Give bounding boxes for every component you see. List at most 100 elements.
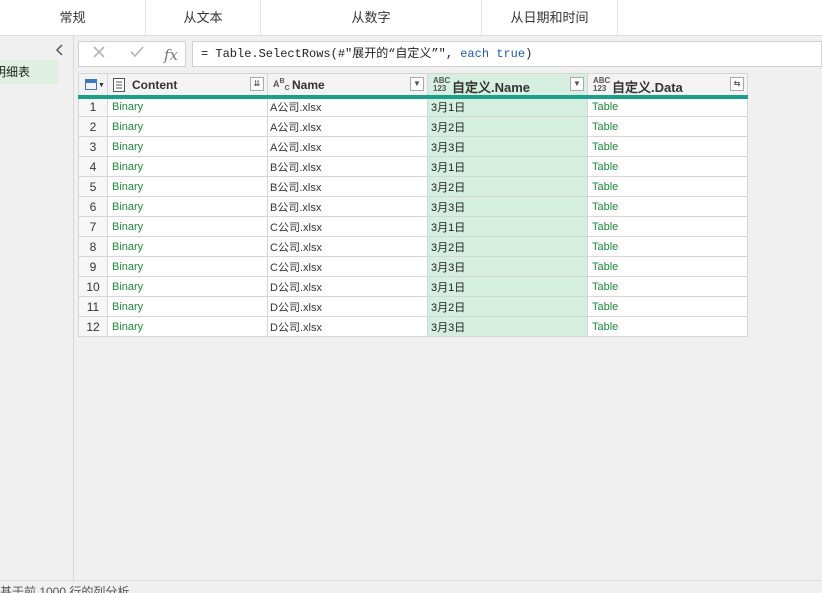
formula-buttons: fx bbox=[78, 41, 186, 67]
table-row[interactable]: 10 Binary D公司.xlsx 3月1日 Table bbox=[78, 276, 748, 297]
cell-custom-data[interactable]: Table bbox=[587, 256, 748, 277]
column-header-custom-data[interactable]: ABC 123 自定义.Data ⇆ bbox=[587, 73, 748, 99]
expand-icon[interactable]: ⇊ bbox=[250, 77, 264, 91]
row-number[interactable]: 3 bbox=[78, 136, 108, 157]
ribbon-tab-from-text[interactable]: 从文本 bbox=[146, 0, 261, 35]
cell-custom-data[interactable]: Table bbox=[587, 216, 748, 237]
cell-content[interactable]: Binary bbox=[107, 316, 268, 337]
formula-suffix: ) bbox=[525, 47, 533, 61]
cell-custom-data[interactable]: Table bbox=[587, 136, 748, 157]
cell-content[interactable]: Binary bbox=[107, 196, 268, 217]
cell-name[interactable]: A公司.xlsx bbox=[267, 116, 428, 137]
cell-content[interactable]: Binary bbox=[107, 216, 268, 237]
cell-custom-name[interactable]: 3月3日 bbox=[427, 196, 588, 217]
cell-name[interactable]: B公司.xlsx bbox=[267, 176, 428, 197]
row-number[interactable]: 12 bbox=[78, 316, 108, 337]
cell-custom-name[interactable]: 3月1日 bbox=[427, 96, 588, 117]
table-row[interactable]: 2 Binary A公司.xlsx 3月2日 Table bbox=[78, 116, 748, 137]
row-number[interactable]: 8 bbox=[78, 236, 108, 257]
fx-icon[interactable]: fx bbox=[161, 45, 181, 65]
expand-columns-icon[interactable]: ⇆ bbox=[730, 77, 744, 91]
table-row[interactable]: 7 Binary C公司.xlsx 3月1日 Table bbox=[78, 216, 748, 237]
cell-custom-name[interactable]: 3月2日 bbox=[427, 296, 588, 317]
type-icon-any: ABC 123 bbox=[593, 76, 611, 93]
cell-content[interactable]: Binary bbox=[107, 276, 268, 297]
table-row[interactable]: 12 Binary D公司.xlsx 3月3日 Table bbox=[78, 316, 748, 337]
cell-name[interactable]: C公司.xlsx bbox=[267, 236, 428, 257]
cell-custom-name[interactable]: 3月2日 bbox=[427, 116, 588, 137]
cell-content[interactable]: Binary bbox=[107, 136, 268, 157]
row-number[interactable]: 5 bbox=[78, 176, 108, 197]
table-menu-button[interactable]: ▼ bbox=[78, 73, 108, 99]
cell-name[interactable]: B公司.xlsx bbox=[267, 196, 428, 217]
cell-content[interactable]: Binary bbox=[107, 236, 268, 257]
column-header-custom-name[interactable]: ABC 123 自定义.Name ▼ bbox=[427, 73, 588, 99]
cell-content[interactable]: Binary bbox=[107, 256, 268, 277]
cell-custom-name[interactable]: 3月2日 bbox=[427, 236, 588, 257]
cell-name[interactable]: D公司.xlsx bbox=[267, 276, 428, 297]
table-row[interactable]: 8 Binary C公司.xlsx 3月2日 Table bbox=[78, 236, 748, 257]
ribbon-tab-general[interactable]: 常规 bbox=[0, 0, 146, 35]
row-number[interactable]: 9 bbox=[78, 256, 108, 277]
cell-custom-name[interactable]: 3月3日 bbox=[427, 256, 588, 277]
chevron-left-icon[interactable] bbox=[52, 42, 68, 58]
table-row[interactable]: 5 Binary B公司.xlsx 3月2日 Table bbox=[78, 176, 748, 197]
ribbon-tab-from-number[interactable]: 从数字 bbox=[261, 0, 482, 35]
column-header-name[interactable]: ABC Name ▼ bbox=[267, 73, 428, 99]
cell-name[interactable]: C公司.xlsx bbox=[267, 256, 428, 277]
row-number[interactable]: 1 bbox=[78, 96, 108, 117]
cell-custom-name[interactable]: 3月2日 bbox=[427, 176, 588, 197]
column-name-name: Name bbox=[292, 78, 325, 92]
cell-content[interactable]: Binary bbox=[107, 296, 268, 317]
cell-custom-name[interactable]: 3月3日 bbox=[427, 136, 588, 157]
table-row[interactable]: 4 Binary B公司.xlsx 3月1日 Table bbox=[78, 156, 748, 177]
cell-custom-data[interactable]: Table bbox=[587, 316, 748, 337]
check-icon[interactable] bbox=[127, 45, 147, 65]
cell-custom-data[interactable]: Table bbox=[587, 176, 748, 197]
cell-custom-name[interactable]: 3月3日 bbox=[427, 316, 588, 337]
ribbon-tab-from-datetime[interactable]: 从日期和时间 bbox=[482, 0, 618, 35]
cell-custom-name[interactable]: 3月1日 bbox=[427, 156, 588, 177]
table-row[interactable]: 11 Binary D公司.xlsx 3月2日 Table bbox=[78, 296, 748, 317]
row-number[interactable]: 6 bbox=[78, 196, 108, 217]
cell-custom-data[interactable]: Table bbox=[587, 296, 748, 317]
cell-name[interactable]: B公司.xlsx bbox=[267, 156, 428, 177]
cell-custom-data[interactable]: Table bbox=[587, 196, 748, 217]
cell-content[interactable]: Binary bbox=[107, 156, 268, 177]
query-item-selected[interactable]: 明细表 bbox=[0, 60, 58, 84]
cell-name[interactable]: D公司.xlsx bbox=[267, 296, 428, 317]
row-number[interactable]: 7 bbox=[78, 216, 108, 237]
formula-input[interactable]: = Table.SelectRows(#"展开的“自定义”", each tru… bbox=[192, 41, 822, 67]
cell-name[interactable]: A公司.xlsx bbox=[267, 136, 428, 157]
cell-custom-name[interactable]: 3月1日 bbox=[427, 216, 588, 237]
status-bar: 基于前 1000 行的列分析 bbox=[0, 580, 822, 593]
cell-custom-name[interactable]: 3月1日 bbox=[427, 276, 588, 297]
cell-name[interactable]: C公司.xlsx bbox=[267, 216, 428, 237]
row-number[interactable]: 2 bbox=[78, 116, 108, 137]
row-number[interactable]: 4 bbox=[78, 156, 108, 177]
column-header-content[interactable]: Content ⇊ bbox=[107, 73, 268, 99]
type-icon-binary bbox=[113, 78, 125, 93]
filter-dropdown-icon[interactable]: ▼ bbox=[410, 77, 424, 91]
table-row[interactable]: 9 Binary C公司.xlsx 3月3日 Table bbox=[78, 256, 748, 277]
cancel-icon[interactable] bbox=[89, 45, 109, 65]
cell-name[interactable]: A公司.xlsx bbox=[267, 96, 428, 117]
row-number[interactable]: 10 bbox=[78, 276, 108, 297]
cell-custom-data[interactable]: Table bbox=[587, 236, 748, 257]
cell-custom-data[interactable]: Table bbox=[587, 96, 748, 117]
grid-body: 1 Binary A公司.xlsx 3月1日 Table 2 Binary A公司.xlsx 3… bbox=[78, 96, 748, 337]
formula-prefix: = Table.SelectRows(#"展开的“自定义”", bbox=[201, 47, 461, 61]
cell-custom-data[interactable]: Table bbox=[587, 156, 748, 177]
cell-custom-data[interactable]: Table bbox=[587, 276, 748, 297]
cell-content[interactable]: Binary bbox=[107, 176, 268, 197]
cell-content[interactable]: Binary bbox=[107, 116, 268, 137]
table-row[interactable]: 3 Binary A公司.xlsx 3月3日 Table bbox=[78, 136, 748, 157]
table-row[interactable]: 6 Binary B公司.xlsx 3月3日 Table bbox=[78, 196, 748, 217]
table-row[interactable]: 1 Binary A公司.xlsx 3月1日 Table bbox=[78, 96, 748, 117]
row-number[interactable]: 11 bbox=[78, 296, 108, 317]
filter-dropdown-icon[interactable]: ▼ bbox=[570, 77, 584, 91]
cell-custom-data[interactable]: Table bbox=[587, 116, 748, 137]
cell-name[interactable]: D公司.xlsx bbox=[267, 316, 428, 337]
cell-content[interactable]: Binary bbox=[107, 96, 268, 117]
caret-down-icon: ▼ bbox=[98, 82, 105, 89]
